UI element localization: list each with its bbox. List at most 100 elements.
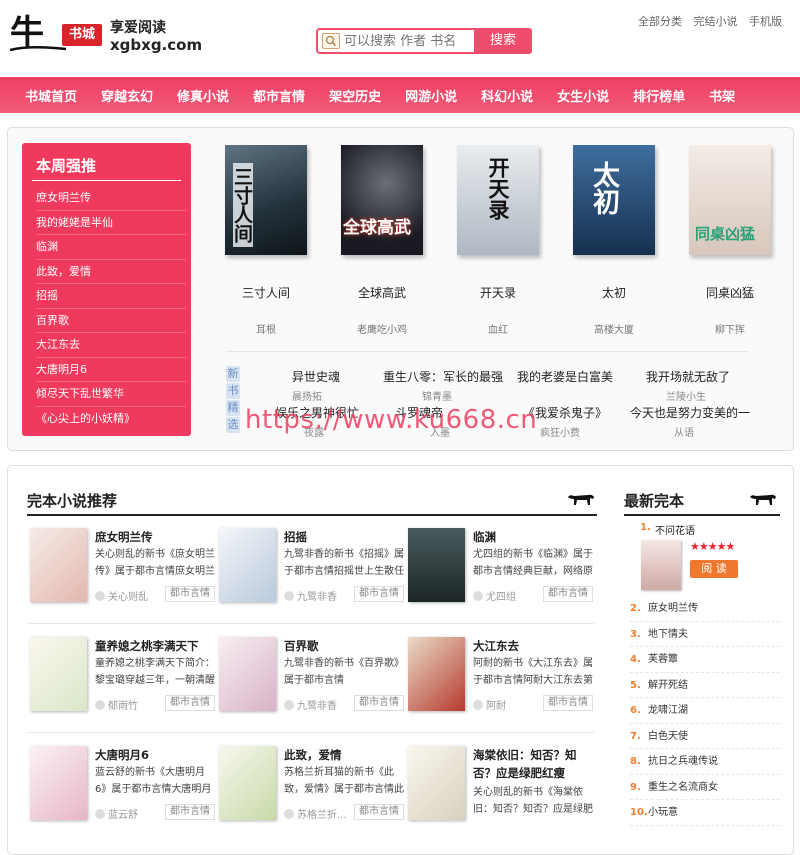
book-category[interactable]: 都市言情 [165, 695, 215, 711]
book-cover[interactable] [219, 746, 276, 820]
new-book-author[interactable]: 疯狂小费 [540, 424, 580, 439]
new-book-title[interactable]: 异世史魂 [292, 368, 340, 385]
book-title[interactable]: 大唐明月6 [95, 746, 220, 764]
latest-title[interactable]: 不问花语 [655, 522, 695, 537]
latest-item[interactable]: 3. 地下情夫 [630, 622, 780, 647]
book-author[interactable]: 老鹰吃小鸡 [327, 321, 437, 336]
logo-domain: xgbxg.com [110, 36, 203, 54]
book-cover[interactable]: 太初 [573, 145, 655, 255]
book-category[interactable]: 都市言情 [543, 586, 593, 602]
latest-item[interactable]: 5. 解开死结 [630, 673, 780, 698]
weekly-item[interactable]: 百界歌 [36, 309, 186, 333]
weekly-item[interactable]: 大唐明月6 [36, 358, 186, 382]
book-cover[interactable] [30, 746, 87, 820]
book-title[interactable]: 招摇 [284, 528, 409, 546]
latest-item[interactable]: 6. 龙啸江湖 [630, 698, 780, 724]
latest-item[interactable]: 7. 白色天使 [630, 724, 780, 749]
latest-item[interactable]: 4. 芙蓉簟 [630, 647, 780, 673]
book-cover[interactable] [408, 528, 465, 602]
weekly-item[interactable]: 临渊 [36, 235, 186, 260]
book-author[interactable]: 血红 [443, 321, 553, 336]
book-cover[interactable] [408, 746, 465, 820]
latest-item[interactable]: 2. 庶女明兰传 [630, 596, 780, 622]
nav-xianxia[interactable]: 修真小说 [177, 86, 229, 105]
latest-item[interactable]: 9. 重生之名流商女 [630, 775, 780, 800]
nav-history[interactable]: 架空历史 [329, 86, 381, 105]
new-book-title[interactable]: 重生八零：军长的最强 [383, 368, 503, 385]
book-author[interactable]: 耳根 [211, 321, 321, 336]
book-cover[interactable] [30, 528, 87, 602]
nav-home[interactable]: 书城首页 [25, 86, 77, 105]
weekly-item[interactable]: 《心尖上的小妖精》 [36, 407, 186, 432]
book-cover[interactable] [408, 637, 465, 711]
read-button[interactable]: 阅 读 [690, 560, 738, 578]
book-category[interactable]: 都市言情 [354, 804, 404, 820]
book-cover[interactable] [30, 637, 87, 711]
book-cover[interactable]: 三寸人间 [225, 145, 307, 255]
nav-ranking[interactable]: 排行榜单 [633, 86, 685, 105]
search-button[interactable]: 搜索 [474, 28, 532, 54]
book-author[interactable]: 关心则乱 [95, 588, 148, 603]
search-input[interactable] [344, 30, 474, 52]
book-cover[interactable]: 全球高武 [341, 145, 423, 255]
weekly-item[interactable]: 我的姥姥是半仙 [36, 211, 186, 235]
book-author[interactable]: 高楼大厦 [559, 321, 669, 336]
book-author[interactable]: 柳下挥 [675, 321, 785, 336]
book-author[interactable]: 阿耐 [473, 697, 506, 712]
book-category[interactable]: 都市言情 [165, 586, 215, 602]
book-title[interactable]: 百界歌 [284, 637, 409, 655]
book-title[interactable]: 全球高武 [327, 284, 437, 301]
weekly-item[interactable]: 大江东去 [36, 333, 186, 358]
book-author[interactable]: 尤四组 [473, 588, 516, 603]
section-title-complete: 完本小说推荐 [27, 492, 118, 510]
nav-bookshelf[interactable]: 书架 [709, 86, 735, 105]
book-author[interactable]: 蓝云舒 [95, 806, 138, 821]
link-all-categories[interactable]: 全部分类 [638, 15, 682, 28]
link-finished-novels[interactable]: 完结小说 [694, 15, 738, 28]
book-author[interactable]: 苏格兰折... [284, 806, 347, 821]
book-title[interactable]: 同桌凶猛 [675, 284, 785, 301]
book-author[interactable]: 九鹭非香 [284, 697, 337, 712]
new-book-author[interactable]: 晨扬拓 [292, 388, 322, 403]
book-author[interactable]: 郁雨竹 [95, 697, 138, 712]
new-book-author[interactable]: 从语 [674, 424, 694, 439]
book-title[interactable]: 太初 [559, 284, 669, 301]
latest-item[interactable]: 10.小玩意 [630, 800, 780, 826]
book-title[interactable]: 开天录 [443, 284, 553, 301]
book-author[interactable]: 九鹭非香 [284, 588, 337, 603]
book-cover[interactable] [219, 528, 276, 602]
weekly-item[interactable]: 庶女明兰传 [36, 186, 186, 211]
book-category[interactable]: 都市言情 [354, 695, 404, 711]
weekly-item[interactable]: 倾尽天下乱世繁华 [36, 382, 186, 407]
weekly-item[interactable]: 此致，爱情 [36, 260, 186, 284]
new-book-author[interactable]: 兰陵小生 [666, 388, 706, 403]
book-title[interactable]: 临渊 [473, 528, 598, 546]
book-category[interactable]: 都市言情 [543, 695, 593, 711]
nav-female[interactable]: 女生小说 [557, 86, 609, 105]
book-cover[interactable]: 同桌凶猛 [689, 145, 771, 255]
book-category[interactable]: 都市言情 [165, 804, 215, 820]
book-cover[interactable] [641, 540, 681, 590]
book-title[interactable]: 三寸人间 [211, 284, 321, 301]
link-mobile[interactable]: 手机版 [749, 15, 782, 28]
book-category[interactable]: 都市言情 [354, 586, 404, 602]
new-book-author[interactable]: 锦青墨 [422, 388, 452, 403]
book-title[interactable]: 庶女明兰传 [95, 528, 220, 546]
book-title[interactable]: 海棠依旧：知否？知否？应是绿肥红瘦 [473, 746, 593, 782]
book-cover[interactable]: 开天录 [457, 145, 539, 255]
new-book-title[interactable]: 我开场就无敌了 [646, 368, 730, 385]
book-title[interactable]: 童养媳之桃李满天下 [95, 637, 220, 655]
logo-badge: 书城 [62, 24, 102, 46]
book-title[interactable]: 此致，爱情 [284, 746, 409, 764]
latest-item[interactable]: 8. 抗日之兵魂传说 [630, 749, 780, 775]
nav-urban[interactable]: 都市言情 [253, 86, 305, 105]
nav-fantasy[interactable]: 穿越玄幻 [101, 86, 153, 105]
nav-scifi[interactable]: 科幻小说 [481, 86, 533, 105]
book-cover[interactable] [219, 637, 276, 711]
book-title[interactable]: 大江东去 [473, 637, 598, 655]
weekly-item[interactable]: 招摇 [36, 284, 186, 309]
new-book-title[interactable]: 我的老婆是白富美 [517, 368, 613, 385]
logo-mark[interactable]: 牛 [10, 12, 66, 54]
new-book-title[interactable]: 今天也是努力变美的一 [630, 404, 750, 421]
nav-game[interactable]: 网游小说 [405, 86, 457, 105]
